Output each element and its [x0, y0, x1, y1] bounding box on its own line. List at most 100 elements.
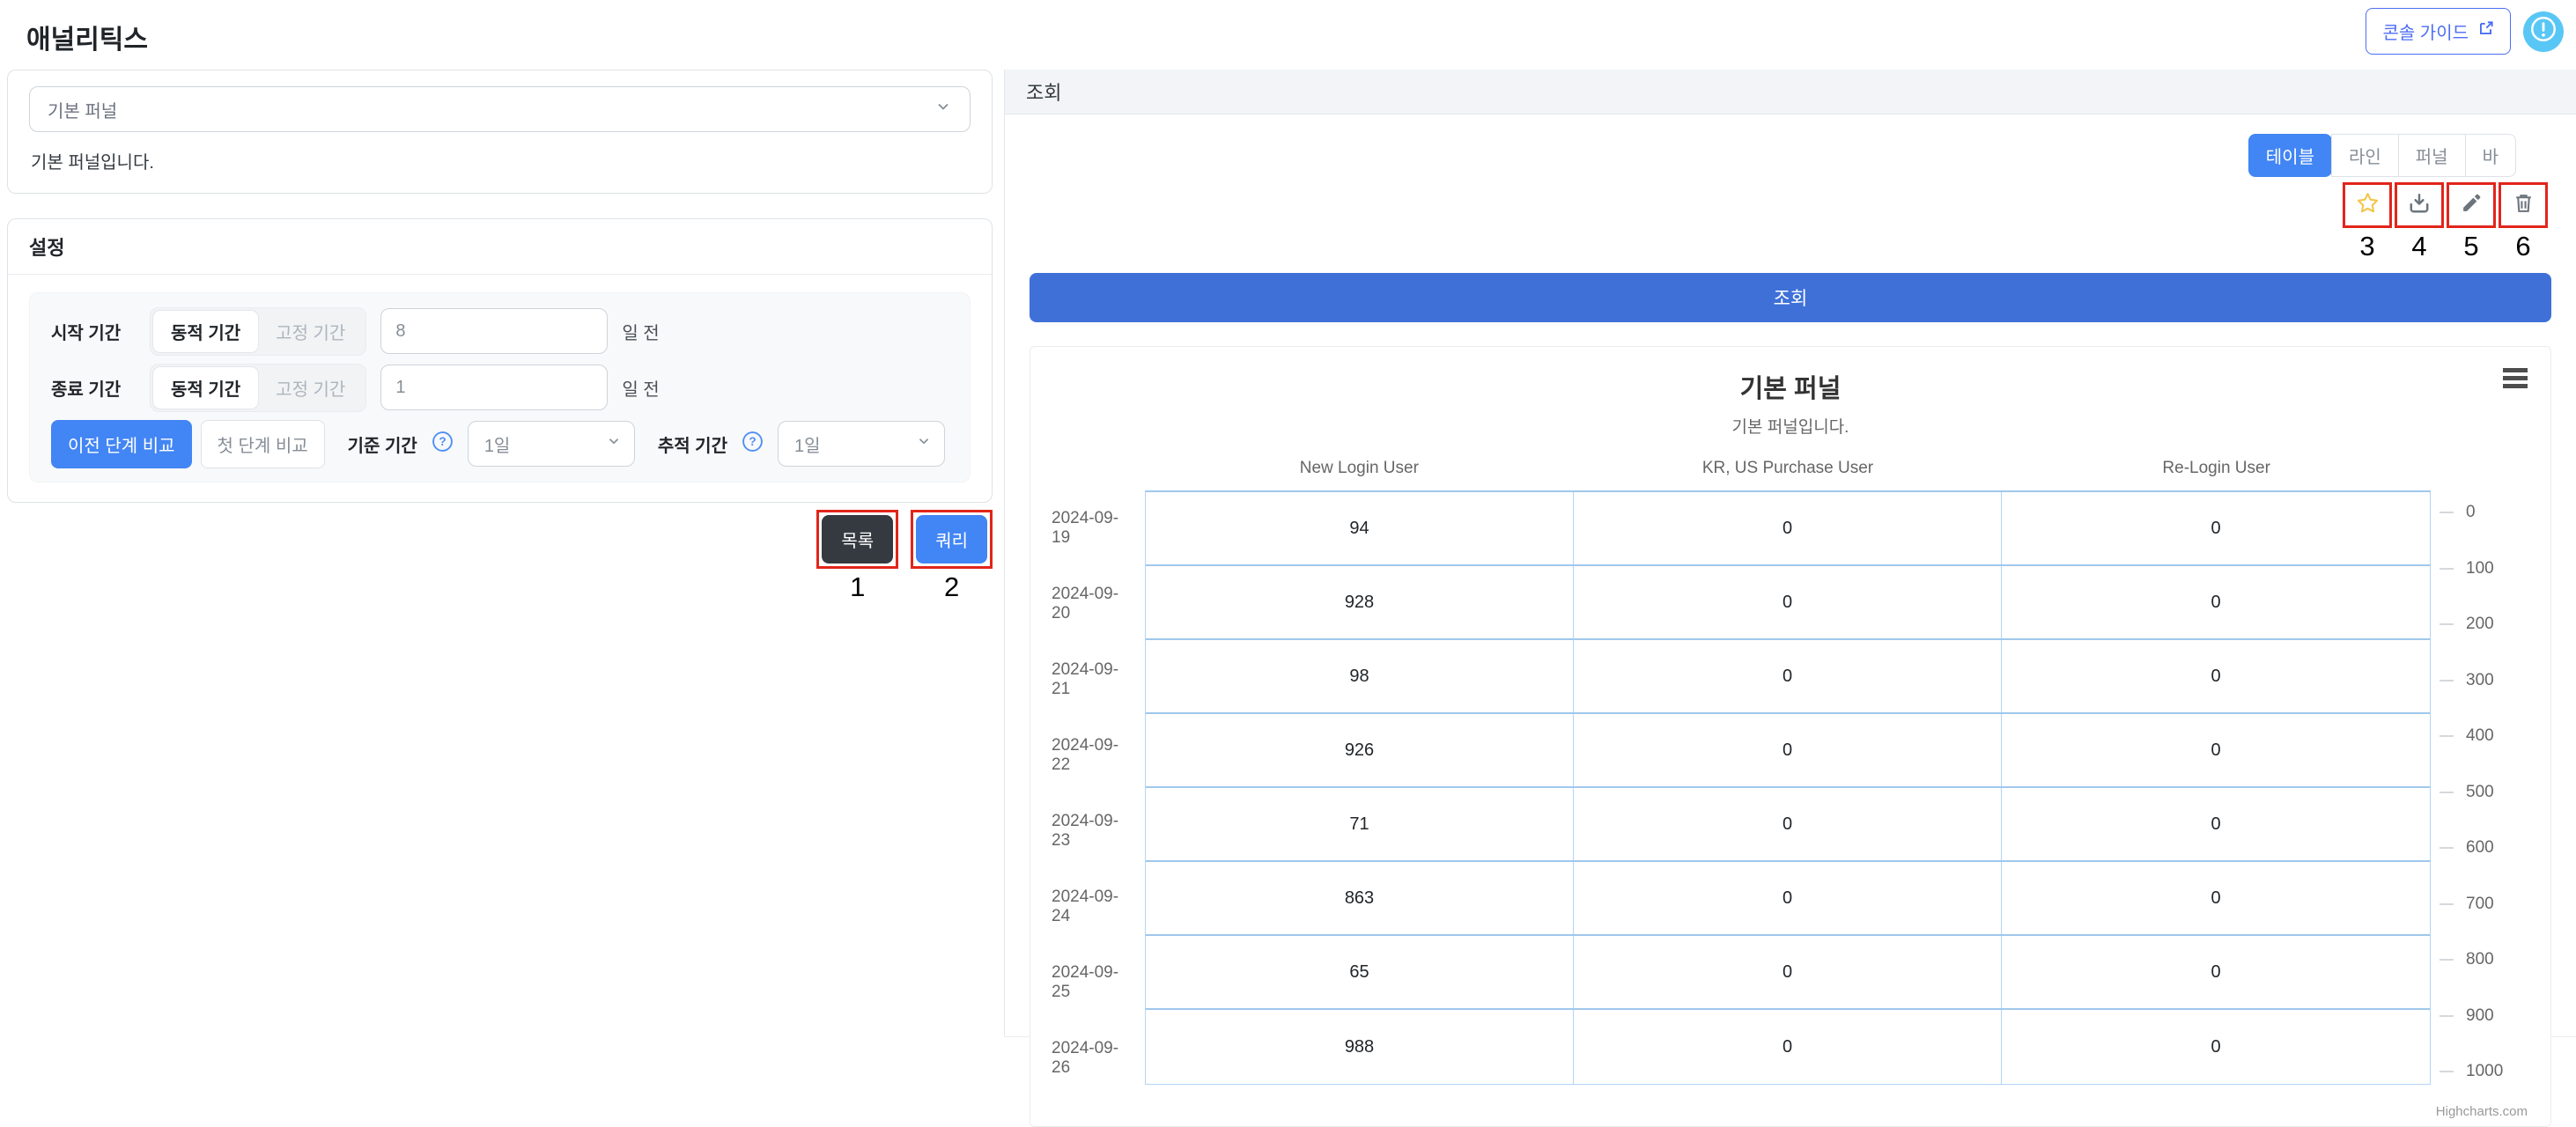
- start-dynamic-option[interactable]: 동적 기간: [153, 311, 258, 352]
- tab-테이블[interactable]: 테이블: [2248, 134, 2332, 177]
- info-icon: [2528, 14, 2558, 48]
- track-period-value: 1일: [794, 431, 821, 457]
- download-button[interactable]: [2400, 188, 2439, 223]
- chart-context-menu-icon[interactable]: [2503, 368, 2528, 392]
- data-table: 940092800980092600710086300650098800: [1145, 490, 2431, 1085]
- tick-label: 0: [2466, 503, 2476, 522]
- tab-바[interactable]: 바: [2465, 134, 2516, 177]
- tab-퍼널[interactable]: 퍼널: [2398, 134, 2466, 177]
- download-icon: [2408, 192, 2431, 219]
- tick-mark: [2439, 903, 2454, 905]
- chevron-down-icon: [916, 433, 932, 454]
- annotation-box-3: [2343, 182, 2392, 228]
- date-labels: 2024-09-192024-09-202024-09-212024-09-22…: [1052, 459, 1145, 1096]
- tab-라인[interactable]: 라인: [2331, 134, 2399, 177]
- track-period-help-icon[interactable]: ?: [742, 431, 764, 457]
- tick-mark: [2439, 623, 2454, 625]
- table-row: 6500: [1146, 936, 2430, 1010]
- favorite-button[interactable]: [2348, 188, 2387, 223]
- table-row: 98800: [1146, 1010, 2430, 1084]
- annotation-number-2: 2: [944, 571, 959, 603]
- end-dynamic-option[interactable]: 동적 기간: [153, 367, 258, 409]
- row-date-label: 2024-09-21: [1052, 642, 1145, 718]
- annotation-box-6: [2498, 182, 2548, 228]
- tick-label: 900: [2466, 1006, 2494, 1026]
- list-button[interactable]: 목록: [822, 515, 893, 564]
- end-period-row: 종료 기간 동적 기간 고정 기간 일 전: [51, 364, 948, 411]
- end-days-input[interactable]: [380, 365, 608, 410]
- table-cell: 65: [1146, 936, 1574, 1008]
- delete-button[interactable]: [2504, 188, 2543, 223]
- table-row: 92600: [1146, 714, 2430, 788]
- run-query-button[interactable]: 조회: [1030, 273, 2551, 322]
- table-row: 9800: [1146, 640, 2430, 714]
- table-cell: 0: [1574, 566, 2002, 638]
- form-actions: 목록 1 쿼리 2: [7, 510, 993, 603]
- table-cell: 863: [1146, 862, 1574, 934]
- table-cell: 71: [1146, 788, 1574, 860]
- track-period-select[interactable]: 1일: [778, 421, 945, 467]
- compare-row: 이전 단계 비교 첫 단계 비교 기준 기간 ? 1일 추적 기간 ?: [51, 420, 948, 468]
- tick-mark: [2439, 512, 2454, 513]
- y-axis-tick: 1000: [2439, 1062, 2503, 1081]
- row-date-label: 2024-09-23: [1052, 793, 1145, 869]
- compare-first-step-button[interactable]: 첫 단계 비교: [201, 420, 325, 468]
- start-period-row: 시작 기간 동적 기간 고정 기간 일 전: [51, 307, 948, 355]
- table-cell: 928: [1146, 566, 1574, 638]
- console-guide-button[interactable]: 콘솔 가이드: [2366, 8, 2511, 55]
- start-fixed-option[interactable]: 고정 기간: [258, 311, 363, 352]
- annotation-box-4: [2395, 182, 2444, 228]
- tick-mark: [2439, 1071, 2454, 1072]
- chart-subtitle: 기본 퍼널입니다.: [1052, 414, 2529, 438]
- row-date-label: 2024-09-19: [1052, 490, 1145, 566]
- base-period-help-icon[interactable]: ?: [432, 431, 454, 457]
- column-header: Re-Login User: [2002, 459, 2431, 490]
- query-button[interactable]: 쿼리: [916, 515, 987, 564]
- compare-previous-step-button[interactable]: 이전 단계 비교: [51, 420, 192, 468]
- table-cell: 0: [1574, 492, 2002, 564]
- row-date-label: 2024-09-20: [1052, 566, 1145, 642]
- base-period-label: 기준 기간: [348, 431, 417, 457]
- svg-text:?: ?: [439, 435, 446, 448]
- svg-text:?: ?: [749, 435, 756, 448]
- annotation-number-6: 6: [2515, 231, 2530, 262]
- console-guide-label: 콘솔 가이드: [2382, 18, 2469, 44]
- edit-button[interactable]: [2452, 188, 2491, 223]
- annotation-number-4: 4: [2411, 231, 2426, 262]
- tick-label: 1000: [2466, 1062, 2503, 1081]
- base-period-value: 1일: [484, 431, 511, 457]
- y-axis-tick: 900: [2439, 1006, 2494, 1026]
- start-days-input[interactable]: [380, 308, 608, 354]
- table-cell: 0: [1574, 936, 2002, 1008]
- base-period-select[interactable]: 1일: [468, 421, 635, 467]
- table-cell: 988: [1146, 1010, 1574, 1084]
- start-days-suffix: 일 전: [622, 319, 659, 344]
- config-panel: 기본 퍼널 기본 퍼널입니다. 설정 시작 기간 동적 기간 고정 기간 일 전: [7, 70, 993, 603]
- external-link-icon: [2477, 20, 2494, 42]
- settings-card: 설정 시작 기간 동적 기간 고정 기간 일 전 종료 기간 동적 기간: [7, 218, 993, 503]
- tick-label: 400: [2466, 726, 2494, 746]
- tick-mark: [2439, 568, 2454, 570]
- chart-title: 기본 퍼널: [1052, 368, 2529, 405]
- column-headers: New Login UserKR, US Purchase UserRe-Log…: [1145, 459, 2431, 490]
- chart-action-icons: 3 4: [1030, 182, 2548, 262]
- help-fab-button[interactable]: [2523, 11, 2564, 52]
- table-cell: 0: [1574, 788, 2002, 860]
- table-row: 9400: [1146, 492, 2430, 566]
- tick-mark: [2439, 847, 2454, 849]
- y-axis-tick: 500: [2439, 783, 2494, 802]
- table-cell: 0: [1574, 640, 2002, 712]
- annotation-number-3: 3: [2359, 231, 2374, 262]
- tick-mark: [2439, 735, 2454, 737]
- tick-mark: [2439, 792, 2454, 793]
- funnel-select[interactable]: 기본 퍼널: [29, 86, 971, 132]
- star-icon: [2356, 191, 2380, 219]
- annotation-number-1: 1: [850, 571, 865, 603]
- y-axis-tick: 300: [2439, 671, 2494, 690]
- end-fixed-option[interactable]: 고정 기간: [258, 367, 363, 409]
- row-date-label: 2024-09-25: [1052, 945, 1145, 1020]
- table-wrap: New Login UserKR, US Purchase UserRe-Log…: [1145, 459, 2431, 1096]
- funnel-select-card: 기본 퍼널 기본 퍼널입니다.: [7, 70, 993, 194]
- y-axis-tick: 100: [2439, 559, 2494, 578]
- y-axis-tick: 400: [2439, 726, 2494, 746]
